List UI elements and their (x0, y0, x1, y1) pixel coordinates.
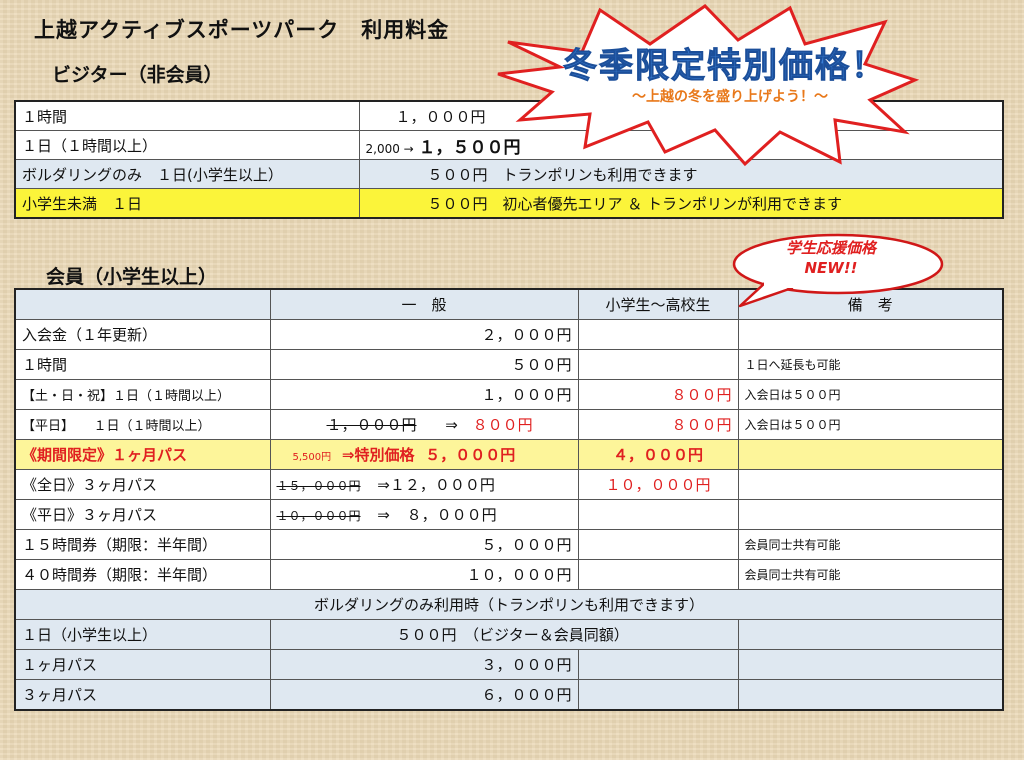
member-heading: 会員（小学生以上） (46, 266, 218, 288)
bouldering-heading: ボルダリングのみ利用時（トランポリンも利用できます） (14, 589, 1004, 620)
row-note (737, 649, 1004, 680)
row-label: １日（小学生以上） (14, 619, 271, 650)
table-row: １日（小学生以上） ５００円 （ビジター＆会員同額） (14, 619, 1004, 650)
general-price: １０，０００円 ⇒ ８，０００円 (269, 499, 579, 530)
row-label: １５時間券（期限：半年間） (14, 529, 271, 560)
row-label: ４０時間券（期限：半年間） (14, 559, 271, 590)
row-label: １ヶ月パス (14, 649, 271, 680)
row-label: 【平日】 １日（１時間以上） (14, 409, 271, 440)
row-note: 入会日は５００円 (737, 409, 1004, 440)
row-label: 《平日》３ヶ月パス (14, 499, 271, 530)
member-price-table: 一 般 小学生〜高校生 備 考 入会金（１年更新） ２，０００円 １時間 ５００… (14, 288, 1004, 711)
arrow-icon: ⇒ (377, 476, 390, 494)
table-row: 【平日】 １日（１時間以上） １，０００円 ⇒ ８００円 ８００円 入会日は５０… (14, 409, 1004, 440)
page-title: 上越アクティブスポーツパーク 利用料金 (34, 18, 450, 42)
promo-title: 冬季限定特別価格！ (563, 46, 887, 87)
header-general: 一 般 (269, 288, 579, 320)
special-price-label: ⇒特別価格 (341, 446, 415, 464)
student-price (577, 679, 739, 711)
header-empty (14, 288, 271, 320)
row-price: ５００円 初心者優先エリア ＆ トランポリンが利用できます (358, 188, 1004, 219)
table-row: １ヶ月パス ３，０００円 (14, 649, 1004, 680)
row-label: 入会金（１年更新） (14, 319, 271, 350)
row-note: １日へ延長も可能 (737, 349, 1004, 380)
bubble-line1: 学生応援価格 (785, 239, 876, 257)
row-note (737, 619, 1004, 650)
student-price (577, 649, 739, 680)
row-label: ボルダリングのみ １日(小学生以上） (14, 159, 360, 189)
general-price: ３，０００円 (269, 649, 579, 680)
row-label: 《期間限定》１ヶ月パス (14, 439, 271, 470)
table-row: 《全日》３ヶ月パス １５，０００円 ⇒１２，０００円 １０，０００円 (14, 469, 1004, 500)
table-row: １時間 ５００円 １日へ延長も可能 (14, 349, 1004, 380)
new-price: ５，０００円 (425, 446, 516, 464)
row-note (737, 319, 1004, 350)
bubble-line2: NEW!! (804, 259, 858, 277)
old-price: 5,500円 (292, 452, 332, 463)
arrow-icon: ⇒ (445, 416, 458, 434)
row-label: １日（１時間以上） (14, 130, 360, 160)
new-price: １２，０００円 (389, 476, 495, 494)
row-note (737, 499, 1004, 530)
student-price (577, 499, 739, 530)
old-price: １０，０００円 (276, 509, 361, 523)
row-label: 小学生未満 １日 (14, 188, 360, 219)
bouldering-header-row: ボルダリングのみ利用時（トランポリンも利用できます） (14, 589, 1004, 620)
general-price: ６，０００円 (269, 679, 579, 711)
general-price: ５００円 （ビジター＆会員同額） (269, 619, 739, 650)
general-price: １５，０００円 ⇒１２，０００円 (269, 469, 579, 500)
row-note: 入会日は５００円 (737, 379, 1004, 410)
old-price: １５，０００円 (276, 479, 361, 493)
new-price: ８００円 (472, 416, 533, 434)
visitor-heading: ビジター（非会員） (52, 64, 223, 86)
student-price (577, 529, 739, 560)
table-row: 小学生未満 １日 ５００円 初心者優先エリア ＆ トランポリンが利用できます (14, 188, 1004, 219)
table-row: 《期間限定》１ヶ月パス 5,500円 ⇒特別価格 ５，０００円 ４，０００円 (14, 439, 1004, 470)
student-price: ８００円 (577, 409, 739, 440)
student-price (577, 319, 739, 350)
student-price (577, 559, 739, 590)
promo-subtitle: 〜上越の冬を盛り上げよう！〜 (632, 89, 828, 105)
arrow-icon: ⇒ (377, 506, 390, 524)
student-price (577, 349, 739, 380)
row-label: １時間 (14, 100, 360, 131)
general-price: ５，０００円 (269, 529, 579, 560)
header-student: 小学生〜高校生 (577, 288, 739, 320)
table-row: 【土・日・祝】１日（１時間以上） １，０００円 ８００円 入会日は５００円 (14, 379, 1004, 410)
general-price: ５００円 (269, 349, 579, 380)
table-row: ３ヶ月パス ６，０００円 (14, 679, 1004, 711)
general-price: １，０００円 (269, 379, 579, 410)
general-price: 5,500円 ⇒特別価格 ５，０００円 (269, 439, 579, 470)
student-price: １０，０００円 (577, 469, 739, 500)
row-label: ３ヶ月パス (14, 679, 271, 711)
row-note (737, 439, 1004, 470)
table-row: ４０時間券（期限：半年間） １０，０００円 会員同士共有可能 (14, 559, 1004, 590)
row-note (737, 679, 1004, 711)
general-price: １，０００円 ⇒ ８００円 (269, 409, 579, 440)
student-price: ４，０００円 (577, 439, 739, 470)
row-label: 《全日》３ヶ月パス (14, 469, 271, 500)
student-price-bubble: 学生応援価格 NEW!! (726, 238, 936, 278)
old-price: 2,000 → (365, 141, 414, 156)
table-row: １５時間券（期限：半年間） ５，０００円 会員同士共有可能 (14, 529, 1004, 560)
row-note (737, 469, 1004, 500)
row-note: 会員同士共有可能 (737, 529, 1004, 560)
row-label: 【土・日・祝】１日（１時間以上） (14, 379, 271, 410)
table-row: 入会金（１年更新） ２，０００円 (14, 319, 1004, 350)
table-row: 《平日》３ヶ月パス １０，０００円 ⇒ ８，０００円 (14, 499, 1004, 530)
row-label: １時間 (14, 349, 271, 380)
new-price: ８，０００円 (406, 506, 497, 524)
row-note: 会員同士共有可能 (737, 559, 1004, 590)
general-price: ２，０００円 (269, 319, 579, 350)
student-price: ８００円 (577, 379, 739, 410)
general-price: １０，０００円 (269, 559, 579, 590)
old-price: １，０００円 (326, 416, 417, 434)
